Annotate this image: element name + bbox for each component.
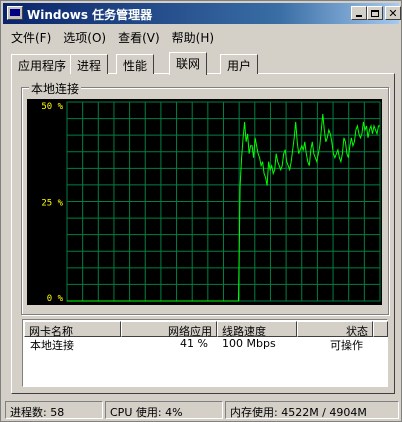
adapter-list[interactable]: 网卡名称 网络应用 线路速度 状态 本地连接 41 % 100 Mbps 可操作	[22, 319, 388, 387]
status-memory: 内存使用: 4522M / 4904M	[225, 401, 399, 419]
tab-networking[interactable]: 联网	[169, 52, 208, 75]
task-manager-window: Windows 任务管理器 ✕ 文件(F) 选项(O) 查看(V) 帮助(H) …	[0, 0, 402, 422]
menu-options[interactable]: 选项(O)	[57, 28, 112, 46]
adapter-state: 可操作	[330, 339, 363, 352]
minimize-button[interactable]	[351, 6, 367, 20]
tab-applications[interactable]: 应用程序	[11, 54, 74, 74]
group-title: 本地连接	[29, 80, 82, 97]
adapter-list-header: 网卡名称 网络应用 线路速度 状态	[24, 321, 388, 338]
menu-view[interactable]: 查看(V)	[112, 28, 166, 46]
tab-performance[interactable]: 性能	[116, 54, 155, 74]
graph-y-label: 50 %	[41, 102, 63, 112]
close-button[interactable]: ✕	[385, 6, 401, 20]
close-icon: ✕	[388, 6, 398, 20]
header-state[interactable]: 状态	[297, 321, 373, 338]
minimize-icon	[356, 15, 362, 17]
status-bar: 进程数: 58 CPU 使用: 4% 内存使用: 4522M / 4904M	[3, 401, 401, 421]
graph-y-label: 0 %	[47, 294, 64, 304]
header-filler	[373, 321, 388, 337]
menu-help[interactable]: 帮助(H)	[166, 28, 220, 46]
adapter-usage: 41 %	[180, 337, 208, 350]
header-link-speed[interactable]: 线路速度	[217, 321, 297, 338]
status-processes: 进程数: 58	[5, 401, 103, 419]
graph-y-label: 25 %	[41, 199, 63, 209]
tab-processes[interactable]: 进程	[70, 54, 109, 74]
adapter-name: 本地连接	[30, 339, 74, 352]
maximize-button[interactable]	[367, 6, 383, 20]
window-title: Windows 任务管理器	[27, 8, 153, 22]
maximize-icon	[371, 9, 379, 17]
status-cpu: CPU 使用: 4%	[105, 401, 223, 419]
tab-users[interactable]: 用户	[220, 54, 259, 74]
task-manager-icon	[7, 6, 23, 20]
header-adapter-name[interactable]: 网卡名称	[24, 321, 121, 338]
title-bar[interactable]: Windows 任务管理器 ✕	[3, 3, 401, 24]
header-network-usage[interactable]: 网络应用	[121, 321, 217, 338]
menu-file[interactable]: 文件(F)	[5, 28, 57, 46]
network-usage-graph-svg: 50 % 25 % 0 %	[41, 101, 381, 304]
network-usage-graph: 50 % 25 % 0 %	[27, 99, 382, 305]
adapter-row[interactable]: 本地连接 41 % 100 Mbps 可操作	[24, 337, 388, 352]
adapter-speed: 100 Mbps	[222, 337, 276, 350]
menu-bar: 文件(F) 选项(O) 查看(V) 帮助(H)	[5, 28, 220, 46]
